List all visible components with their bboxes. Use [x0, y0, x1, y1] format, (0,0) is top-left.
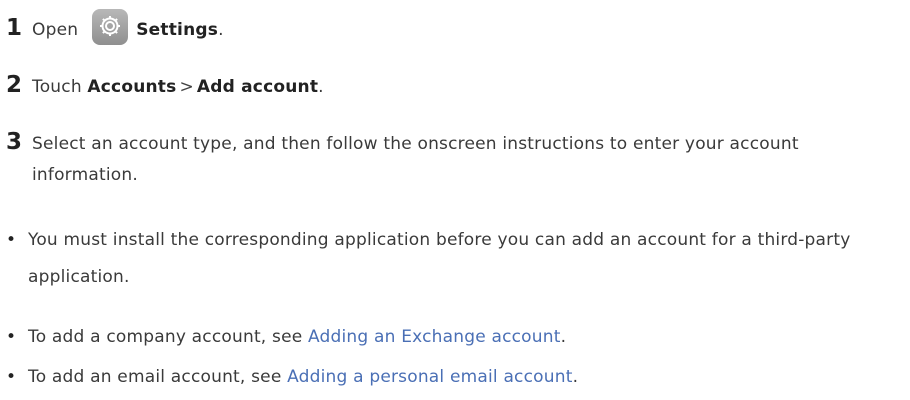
exchange-account-link[interactable]: Adding an Exchange account [308, 327, 561, 347]
step-text: Select an account type, and then follow … [32, 134, 799, 185]
add-account-label: Add account [196, 77, 319, 97]
accounts-label: Accounts [87, 77, 177, 97]
step-text: Open Settings. [32, 9, 224, 46]
note-suffix: . [572, 367, 579, 387]
bullet-icon: • [6, 230, 17, 250]
step-prefix: Touch [32, 77, 82, 97]
step-2: 2 Touch Accounts > Add account. [6, 72, 324, 103]
note-text: To add an email account, see Adding a pe… [28, 359, 888, 396]
personal-email-account-link[interactable]: Adding a personal email account [287, 367, 572, 387]
step-prefix: Open [32, 20, 79, 40]
path-separator: > [179, 77, 194, 97]
step-number: 3 [6, 129, 23, 155]
bullet-icon: • [6, 327, 17, 347]
settings-gear-icon [92, 9, 129, 45]
step-suffix: . [218, 20, 224, 40]
note-item: • To add an email account, see Adding a … [6, 359, 888, 396]
step-number: 2 [6, 72, 23, 98]
note-suffix: . [560, 327, 567, 347]
step-1: 1 Open Settings. [6, 9, 224, 46]
settings-label: Settings [136, 20, 219, 40]
note-item: • You must install the corresponding app… [6, 222, 888, 296]
note-prefix: To add an email account, see [28, 367, 282, 387]
step-suffix: . [318, 77, 324, 97]
instructions-page: 1 Open Settings. 2 Touch Accounts > Add ac… [0, 0, 910, 400]
bullet-icon: • [6, 367, 17, 387]
step-text: Touch Accounts > Add account. [32, 72, 324, 103]
step-number: 1 [6, 15, 23, 41]
note-item: • To add a company account, see Adding a… [6, 319, 888, 356]
note-text: To add a company account, see Adding an … [28, 319, 888, 356]
step-3: 3 Select an account type, and then follo… [6, 129, 852, 191]
note-prefix: To add a company account, see [28, 327, 303, 347]
note-text: You must install the corresponding appli… [28, 230, 851, 287]
